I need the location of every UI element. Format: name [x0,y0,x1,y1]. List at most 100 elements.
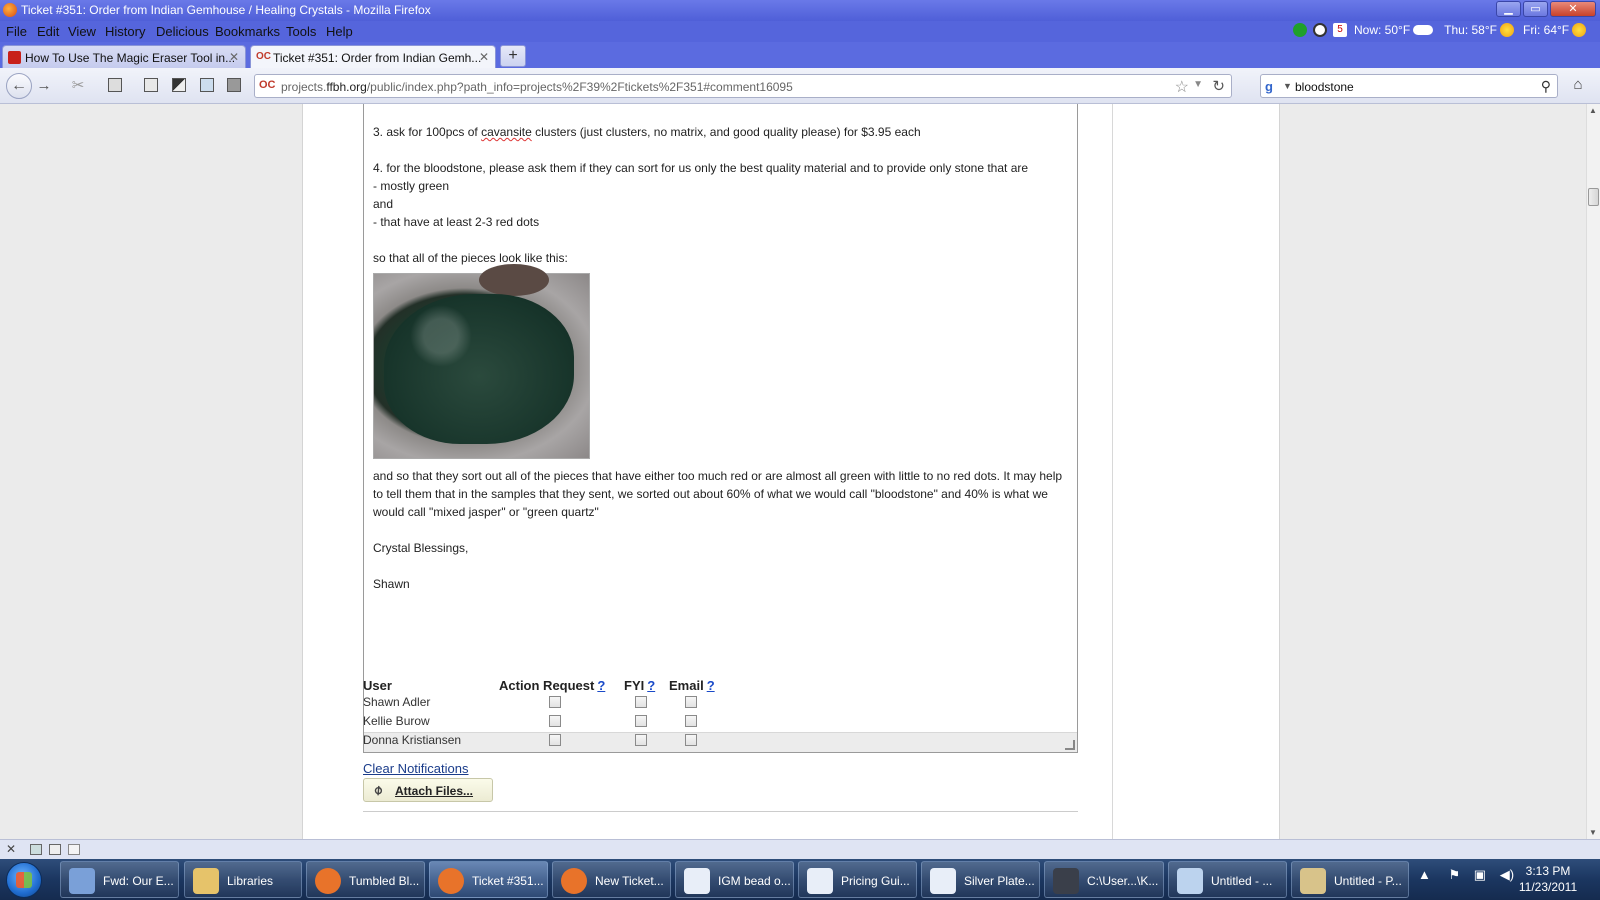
help-link[interactable]: ? [647,678,655,693]
tab-magic-eraser[interactable]: How To Use The Magic Eraser Tool in... ✕ [2,45,246,68]
help-link[interactable]: ? [597,678,605,693]
menu-bookmarks[interactable]: Bookmarks [215,24,280,39]
toolbar-icon[interactable] [172,78,186,92]
scroll-up-icon[interactable]: ▲ [1589,106,1597,115]
toolbar-icon[interactable] [200,78,214,92]
menu-view[interactable]: View [68,24,96,39]
menu-file[interactable]: File [6,24,27,39]
addon-icon[interactable] [49,844,61,855]
firefox-icon [3,3,17,17]
clock-time: 3:13 PM [1525,864,1571,878]
new-tab-button[interactable]: + [500,45,526,67]
comment-editor[interactable]: 3. ask for 100pcs of cavansite clusters … [363,104,1078,753]
page-content: 3. ask for 100pcs of cavansite clusters … [0,104,1586,839]
help-link[interactable]: ? [707,678,715,693]
email-checkbox[interactable] [685,715,697,727]
menu-delicious[interactable]: Delicious [156,24,209,39]
youtube-icon [8,51,21,64]
text-line: 4. for the bloodstone, please ask them i… [373,161,1029,175]
resize-handle[interactable] [1065,740,1075,750]
activecollab-icon: OC [256,51,271,62]
minimize-button[interactable]: ▁ [1496,1,1521,17]
menu-tools[interactable]: Tools [286,24,316,39]
copy-icon[interactable] [108,78,122,92]
taskbar-item[interactable]: Ticket #351... [429,861,548,898]
search-bar[interactable]: g ▼ bloodstone ⚲ [1260,74,1558,98]
weather-now: Now: 50°F [1354,23,1411,37]
taskbar-item[interactable]: Pricing Gui... [798,861,917,898]
weather-thu: Thu: 58°F [1444,23,1497,37]
scroll-thumb[interactable] [1588,188,1599,206]
url-text[interactable]: projects.ffbh.org/public/index.php?path_… [281,80,793,94]
toolbar-icon[interactable] [227,78,241,92]
taskbar-item[interactable]: Untitled - ... [1168,861,1287,898]
taskbar-item[interactable]: C:\User...\K... [1044,861,1164,898]
taskbar-item[interactable]: Fwd: Our E... [60,861,179,898]
tab-label: How To Use The Magic Eraser Tool in... [25,51,236,65]
fyi-checkbox[interactable] [635,715,647,727]
taskbar-item-label: IGM bead o... [718,874,791,888]
menu-history[interactable]: History [105,24,145,39]
email-checkbox[interactable] [685,734,697,746]
tray-expand-icon[interactable]: ▲ [1418,867,1431,882]
clock-icon[interactable] [1313,23,1327,37]
taskbar-item[interactable]: Silver Plate... [921,861,1040,898]
menu-edit[interactable]: Edit [37,24,59,39]
text-paragraph: and so that they sort out all of the pie… [373,469,1063,519]
close-icon[interactable]: ✕ [6,842,16,856]
fyi-checkbox[interactable] [635,734,647,746]
clock-date: 11/23/2011 [1518,880,1578,894]
status-green-icon[interactable] [1293,23,1307,37]
taskbar-item[interactable]: IGM bead o... [675,861,794,898]
taskbar-item[interactable]: Tumbled Bl... [306,861,425,898]
search-input[interactable]: bloodstone [1295,80,1354,94]
firefox-icon [438,868,464,894]
action-request-checkbox[interactable] [549,696,561,708]
menu-help[interactable]: Help [326,24,353,39]
network-icon[interactable]: ▣ [1474,867,1486,882]
cloud-icon [1413,25,1434,35]
bookmark-star-icon[interactable]: ☆ [1175,77,1189,97]
cut-icon[interactable]: ✂ [68,76,88,96]
calendar-icon[interactable]: 5 [1333,23,1347,37]
search-icon[interactable]: ⚲ [1541,78,1551,95]
bloodstone-image[interactable] [373,264,590,459]
back-button[interactable]: ← [6,73,32,99]
addon-icon[interactable] [30,844,42,855]
clear-notifications-link[interactable]: Clear Notifications [363,761,469,776]
action-request-checkbox[interactable] [549,734,561,746]
start-button[interactable] [6,862,42,898]
site-identity-icon[interactable]: OC [259,79,276,93]
url-bar[interactable]: OC projects.ffbh.org/public/index.php?pa… [254,74,1232,98]
paste-icon[interactable] [144,78,158,92]
spreadsheet-icon [807,868,833,894]
taskbar-item[interactable]: Untitled - P... [1291,861,1409,898]
reload-icon[interactable]: ↻ [1212,77,1225,95]
close-button[interactable]: ✕ [1550,1,1596,17]
fyi-checkbox[interactable] [635,696,647,708]
close-icon[interactable]: ✕ [479,50,489,64]
header-fyi: FYI? [624,678,656,693]
spreadsheet-icon [930,868,956,894]
taskbar-item[interactable]: Libraries [184,861,302,898]
flag-icon[interactable]: ⚑ [1449,867,1461,882]
email-checkbox[interactable] [685,696,697,708]
editor-body[interactable]: 3. ask for 100pcs of cavansite clusters … [373,123,1063,593]
search-engine-dropdown-icon[interactable]: ▼ [1283,81,1292,91]
close-icon[interactable]: ✕ [229,50,239,64]
window-title: Ticket #351: Order from Indian Gemhouse … [21,3,431,17]
action-request-checkbox[interactable] [549,715,561,727]
taskbar-item[interactable]: New Ticket... [552,861,671,898]
history-dropdown-icon[interactable]: ▼ [1193,79,1203,90]
clock[interactable]: 3:13 PM 11/23/2011 [1500,863,1596,895]
scroll-down-icon[interactable]: ▼ [1589,828,1597,837]
home-icon[interactable]: ⌂ [1566,76,1590,96]
maximize-button[interactable]: ▭ [1523,1,1548,17]
tab-ticket-351[interactable]: OC Ticket #351: Order from Indian Gemh..… [250,45,496,68]
attach-files-button[interactable]: ⌀ Attach Files... [363,778,493,802]
mail-icon[interactable] [68,844,80,855]
google-icon[interactable]: g [1265,79,1273,94]
weather-status[interactable]: 5 Now: 50°F Thu: 58°F Fri: 64°F [1290,23,1589,37]
vertical-scrollbar[interactable]: ▲ ▼ [1586,104,1600,839]
forward-button[interactable]: → [34,76,54,96]
